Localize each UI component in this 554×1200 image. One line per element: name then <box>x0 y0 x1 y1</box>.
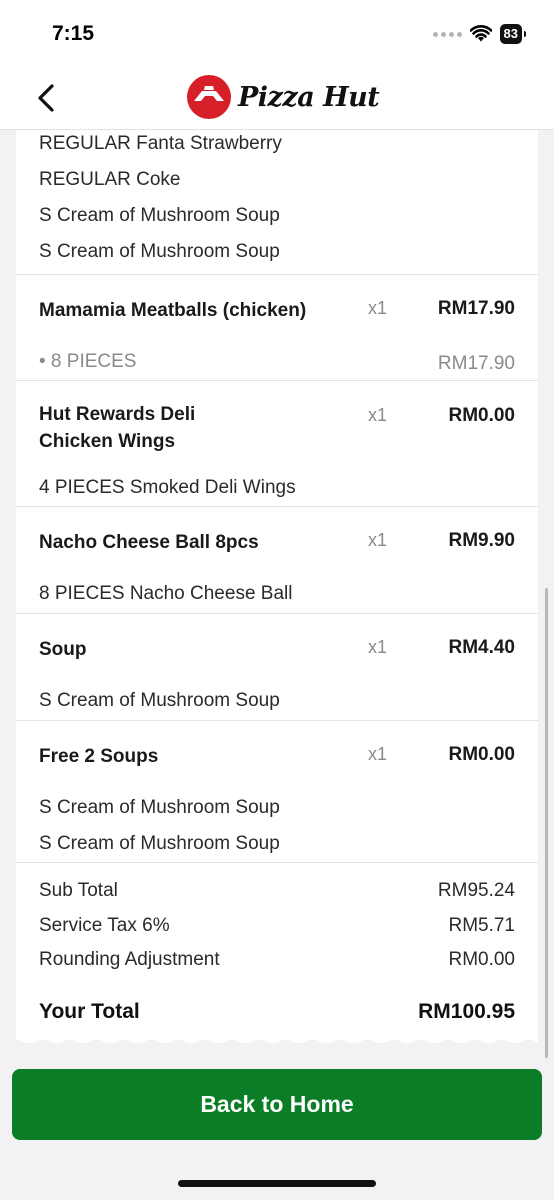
tax-row: Service Tax 6% RM5.71 <box>39 915 515 937</box>
list-item: S Cream of Mushroom Soup <box>39 205 280 226</box>
order-receipt: REGULAR Fanta Strawberry REGULAR Coke S … <box>16 130 538 1040</box>
order-item: Nacho Cheese Ball 8pcs x1 RM9.90 8 PIECE… <box>16 507 538 613</box>
app-header: Pizza Hut <box>0 66 554 130</box>
back-button[interactable] <box>28 78 64 118</box>
status-time: 7:15 <box>52 22 95 45</box>
item-name: Soup <box>39 639 87 660</box>
item-name-line1: Hut Rewards Deli <box>39 404 196 425</box>
rounding-row: Rounding Adjustment RM0.00 <box>39 949 515 971</box>
item-price: RM9.90 <box>448 530 515 551</box>
wifi-icon <box>469 25 492 42</box>
total-label: Your Total <box>39 1000 140 1023</box>
rounding-label: Rounding Adjustment <box>39 949 220 970</box>
list-item: REGULAR Fanta Strawberry <box>39 133 282 154</box>
item-option: • 8 PIECES <box>39 351 137 372</box>
rounding-value: RM0.00 <box>448 949 515 970</box>
subtotal-label: Sub Total <box>39 880 118 901</box>
item-price: RM0.00 <box>448 744 515 765</box>
item-option: 4 PIECES Smoked Deli Wings <box>39 477 296 498</box>
tax-value: RM5.71 <box>448 915 515 936</box>
back-to-home-button[interactable]: Back to Home <box>12 1069 542 1140</box>
item-quantity: x1 <box>368 744 388 764</box>
home-indicator <box>178 1180 376 1187</box>
signal-icon <box>432 31 462 37</box>
item-name: Mamamia Meatballs (chicken) <box>39 300 307 321</box>
list-item: S Cream of Mushroom Soup <box>39 241 280 262</box>
item-quantity: x1 <box>368 298 388 318</box>
status-icons: 83 <box>432 22 527 46</box>
order-item: Hut Rewards Deli Chicken Wings x1 RM0.00… <box>16 381 538 506</box>
order-summary: Sub Total RM95.24 Service Tax 6% RM5.71 … <box>16 863 538 989</box>
item-price: RM4.40 <box>448 637 515 658</box>
item-option: 8 PIECES Nacho Cheese Ball <box>39 583 293 604</box>
item-option-price: RM17.90 <box>437 353 515 374</box>
item-quantity: x1 <box>368 530 388 550</box>
item-quantity: x1 <box>368 405 388 425</box>
pizza-hut-roof-icon <box>187 75 231 119</box>
item-option: S Cream of Mushroom Soup <box>39 690 280 711</box>
item-name-line2: Chicken Wings <box>39 431 176 452</box>
chevron-left-icon <box>38 84 54 112</box>
receipt-edge <box>16 1032 538 1043</box>
order-item: Soup x1 RM4.40 S Cream of Mushroom Soup <box>16 614 538 720</box>
total-value: RM100.95 <box>418 1000 515 1023</box>
battery-icon: 83 <box>499 24 527 44</box>
status-bar: 7:15 83 <box>0 0 554 66</box>
tax-label: Service Tax 6% <box>39 915 170 936</box>
subtotal-row: Sub Total RM95.24 <box>39 880 515 902</box>
list-item: REGULAR Coke <box>39 169 181 190</box>
pizza-hut-logo: Pizza Hut <box>186 74 380 120</box>
order-item: Free 2 Soups x1 RM0.00 S Cream of Mushro… <box>16 721 538 862</box>
item-price: RM0.00 <box>448 405 515 426</box>
subtotal-value: RM95.24 <box>437 880 515 901</box>
item-price: RM17.90 <box>437 298 515 319</box>
item-quantity: x1 <box>368 637 388 657</box>
scrollbar[interactable] <box>545 588 548 1058</box>
item-option: S Cream of Mushroom Soup <box>39 797 280 818</box>
order-item: Mamamia Meatballs (chicken) x1 RM17.90 •… <box>16 275 538 380</box>
total-row: Your Total RM100.95 <box>39 1000 515 1024</box>
item-option: S Cream of Mushroom Soup <box>39 833 280 854</box>
item-name: Nacho Cheese Ball 8pcs <box>39 532 259 553</box>
logo-text: Pizza Hut <box>238 81 380 113</box>
item-name: Free 2 Soups <box>39 746 159 767</box>
